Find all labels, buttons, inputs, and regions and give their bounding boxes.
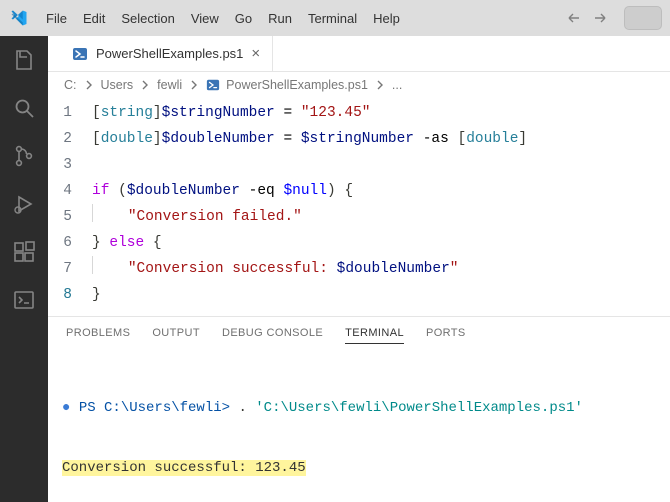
code-content: "Conversion failed."	[92, 204, 670, 230]
menu-go[interactable]: Go	[227, 7, 260, 30]
code-content: [double]$doubleNumber = $stringNumber -a…	[92, 126, 670, 152]
line-number: 7	[48, 256, 92, 282]
bottom-panel: PROBLEMS OUTPUT DEBUG CONSOLE TERMINAL PORTS…	[48, 316, 670, 502]
menu-edit[interactable]: Edit	[75, 7, 113, 30]
panel-tab-ports[interactable]: PORTS	[426, 327, 466, 344]
nav-forward-icon[interactable]	[588, 6, 612, 30]
line-number: 8	[48, 282, 92, 308]
code-line: 4if ($doubleNumber -eq $null) {	[48, 178, 670, 204]
menu-view[interactable]: View	[183, 7, 227, 30]
code-content: if ($doubleNumber -eq $null) {	[92, 178, 670, 204]
code-content: }	[92, 282, 670, 308]
panel-tab-problems[interactable]: PROBLEMS	[66, 327, 130, 344]
breadcrumb-seg[interactable]: ...	[392, 78, 402, 92]
code-line: 5 "Conversion failed."	[48, 204, 670, 230]
menu-terminal[interactable]: Terminal	[300, 7, 365, 30]
title-bar: FileEditSelectionViewGoRunTerminalHelp	[0, 0, 670, 36]
chevron-right-icon	[83, 79, 95, 91]
tab-powershellexamples[interactable]: PowerShellExamples.ps1 ×	[60, 36, 273, 71]
source-control-icon[interactable]	[10, 142, 38, 170]
run-debug-icon[interactable]	[10, 190, 38, 218]
explorer-icon[interactable]	[10, 46, 38, 74]
chevron-right-icon	[374, 79, 386, 91]
extensions-icon[interactable]	[10, 238, 38, 266]
search-icon[interactable]	[10, 94, 38, 122]
panel-tab-terminal[interactable]: TERMINAL	[345, 327, 404, 344]
activity-bar	[0, 36, 48, 502]
line-number: 3	[48, 152, 92, 178]
line-number: 4	[48, 178, 92, 204]
code-line: 1[string]$stringNumber = "123.45"	[48, 100, 670, 126]
command-center[interactable]	[624, 6, 662, 30]
vscode-icon	[10, 9, 28, 27]
status-dot-icon: ●	[62, 400, 70, 416]
powershell-file-icon	[206, 78, 220, 92]
chevron-right-icon	[188, 79, 200, 91]
terminal-output: Conversion successful: 123.45	[48, 458, 670, 478]
code-line: 8}	[48, 282, 670, 308]
terminal-command: . 'C:\Users\fewli\PowerShellExamples.ps1…	[238, 400, 582, 416]
line-number: 6	[48, 230, 92, 256]
code-line: 3	[48, 152, 670, 178]
tab-label: PowerShellExamples.ps1	[96, 46, 243, 61]
close-icon[interactable]: ×	[251, 46, 260, 61]
menu-selection[interactable]: Selection	[113, 7, 182, 30]
code-content: "Conversion successful: $doubleNumber"	[92, 256, 670, 282]
code-content: } else {	[92, 230, 670, 256]
panel-tabs: PROBLEMS OUTPUT DEBUG CONSOLE TERMINAL PORTS	[48, 317, 670, 352]
editor-tabs: PowerShellExamples.ps1 ×	[48, 36, 670, 72]
panel-tab-output[interactable]: OUTPUT	[152, 327, 200, 344]
code-editor[interactable]: 1[string]$stringNumber = "123.45"2[doubl…	[48, 98, 670, 316]
terminal-prompt: PS C:\Users\fewli>	[79, 400, 230, 416]
line-number: 5	[48, 204, 92, 230]
breadcrumb-seg[interactable]: C:	[64, 78, 77, 92]
terminal-panel-icon[interactable]	[10, 286, 38, 314]
breadcrumb[interactable]: C: Users fewli PowerShellExamples.ps1 ..…	[48, 72, 670, 98]
line-number: 1	[48, 100, 92, 126]
code-line: 7 "Conversion successful: $doubleNumber"	[48, 256, 670, 282]
terminal-line: ● PS C:\Users\fewli> . 'C:\Users\fewli\P…	[48, 398, 670, 418]
code-content	[92, 152, 670, 178]
chevron-right-icon	[139, 79, 151, 91]
menu-run[interactable]: Run	[260, 7, 300, 30]
panel-tab-debug-console[interactable]: DEBUG CONSOLE	[222, 327, 323, 344]
breadcrumb-seg[interactable]: PowerShellExamples.ps1	[226, 78, 368, 92]
menu-file[interactable]: File	[38, 7, 75, 30]
powershell-file-icon	[72, 46, 88, 62]
code-line: 6} else {	[48, 230, 670, 256]
nav-back-icon[interactable]	[562, 6, 586, 30]
code-content: [string]$stringNumber = "123.45"	[92, 100, 670, 126]
line-number: 2	[48, 126, 92, 152]
code-line: 2[double]$doubleNumber = $stringNumber -…	[48, 126, 670, 152]
breadcrumb-seg[interactable]: fewli	[157, 78, 182, 92]
terminal[interactable]: ● PS C:\Users\fewli> . 'C:\Users\fewli\P…	[48, 352, 670, 502]
breadcrumb-seg[interactable]: Users	[101, 78, 134, 92]
menu-help[interactable]: Help	[365, 7, 408, 30]
